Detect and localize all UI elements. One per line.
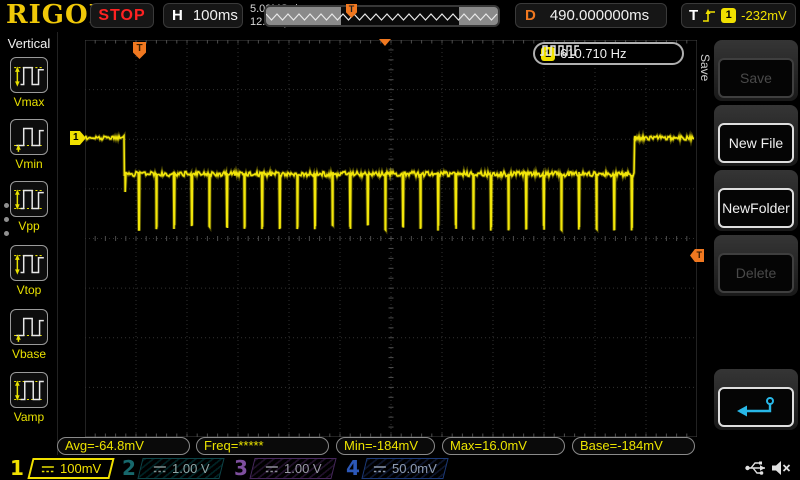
oscilloscope-screen: RIGOL STOP H 100ms 5.00MSa/s 12.0M pts T… (0, 0, 800, 480)
channel1-level-marker[interactable]: 1 (70, 131, 86, 145)
menu-page-dot (4, 203, 9, 208)
return-arrow-icon (734, 395, 778, 419)
channel1-number[interactable]: 1 (10, 456, 24, 480)
square-wave-icon (539, 44, 581, 57)
vbase-icon (11, 310, 47, 344)
delay-box[interactable]: D 490.000000ms (515, 3, 667, 28)
channel3-scale: 1.00 V (284, 461, 322, 476)
usb-icon (744, 459, 768, 477)
channel2-scale: 1.00 V (172, 461, 210, 476)
vpp-label: Vpp (0, 219, 58, 233)
channel2-number[interactable]: 2 (122, 456, 136, 480)
horizontal-timebase-box[interactable]: H 100ms (163, 3, 243, 28)
speaker-muted-icon (770, 459, 792, 477)
delay-value: 490.000000ms (550, 7, 649, 24)
trigger-level-value: -232mV (741, 8, 787, 23)
measurement-avg: Avg=-64.8mV (57, 437, 190, 455)
measurement-base: Base=-184mV (572, 437, 695, 455)
run-stop-status[interactable]: STOP (90, 3, 154, 28)
save-menu: Save Save New File NewFolder Delete (698, 32, 800, 455)
dc-coupling-icon (41, 464, 55, 474)
channel1-scale: 100mV (60, 461, 101, 476)
new-folder-button[interactable]: NewFolder (718, 188, 794, 228)
channel4-number[interactable]: 4 (346, 456, 360, 480)
vpp-icon (11, 182, 47, 216)
memory-waveform-icon (266, 11, 498, 25)
save-menu-tab: Save (698, 54, 712, 81)
measurement-min: Min=-184mV (336, 437, 435, 455)
vmin-button[interactable] (10, 119, 48, 155)
horizontal-label: H (172, 7, 183, 24)
new-file-button[interactable]: New File (718, 123, 794, 163)
delay-label: D (525, 7, 536, 24)
channel4-scale: 50.0mV (392, 461, 437, 476)
vtop-label: Vtop (0, 283, 58, 297)
dc-coupling-icon (265, 464, 279, 474)
vmin-label: Vmin (0, 157, 58, 171)
vtop-icon (11, 246, 47, 280)
vamp-button[interactable] (10, 372, 48, 408)
channel3-block[interactable]: 1.00 V (249, 458, 336, 479)
vtop-button[interactable] (10, 245, 48, 281)
delete-button[interactable]: Delete (718, 253, 794, 293)
save-button[interactable]: Save (718, 58, 794, 98)
frequency-counter: 1 610.710 Hz (533, 42, 684, 65)
trigger-box[interactable]: T 1 -232mV (681, 3, 796, 28)
vertical-measure-menu: Vertical Vmax Vmin (0, 32, 58, 455)
timebase-value: 100ms (193, 7, 238, 24)
channel3-number[interactable]: 3 (234, 456, 248, 480)
trigger-source-badge: 1 (721, 8, 736, 23)
softkey-save[interactable]: Save (714, 40, 798, 101)
menu-page-dot (4, 217, 9, 222)
dc-coupling-icon (153, 464, 167, 474)
back-button[interactable] (718, 387, 794, 427)
channel1-block[interactable]: 100mV (27, 458, 114, 479)
channel1-trace (85, 40, 697, 437)
menu-page-dot (4, 231, 9, 236)
vbase-label: Vbase (0, 347, 58, 361)
softkey-new-file[interactable]: New File (714, 105, 798, 166)
rising-edge-icon (702, 8, 717, 24)
vamp-icon (11, 373, 47, 407)
vmax-icon (11, 58, 47, 92)
vmax-button[interactable] (10, 57, 48, 93)
trigger-label: T (689, 7, 698, 24)
run-state-label: STOP (98, 7, 145, 25)
channel2-block[interactable]: 1.00 V (137, 458, 224, 479)
vbase-button[interactable] (10, 309, 48, 345)
dc-coupling-icon (373, 464, 387, 474)
measurement-max: Max=16.0mV (442, 437, 565, 455)
softkey-new-folder[interactable]: NewFolder (714, 170, 798, 231)
measurement-freq: Freq=***** (196, 437, 329, 455)
memory-position-strip (264, 5, 500, 27)
trigger-position-indicator-icon (379, 39, 391, 46)
vamp-label: Vamp (0, 410, 58, 424)
waveform-display: T 1 T 1 610.710 Hz (85, 40, 697, 437)
softkey-delete[interactable]: Delete (714, 235, 798, 296)
left-menu-title: Vertical (0, 36, 58, 51)
vmin-icon (11, 120, 47, 154)
vmax-label: Vmax (0, 95, 58, 109)
vpp-button[interactable] (10, 181, 48, 217)
channel4-block[interactable]: 50.0mV (361, 458, 448, 479)
softkey-back[interactable] (714, 369, 798, 430)
